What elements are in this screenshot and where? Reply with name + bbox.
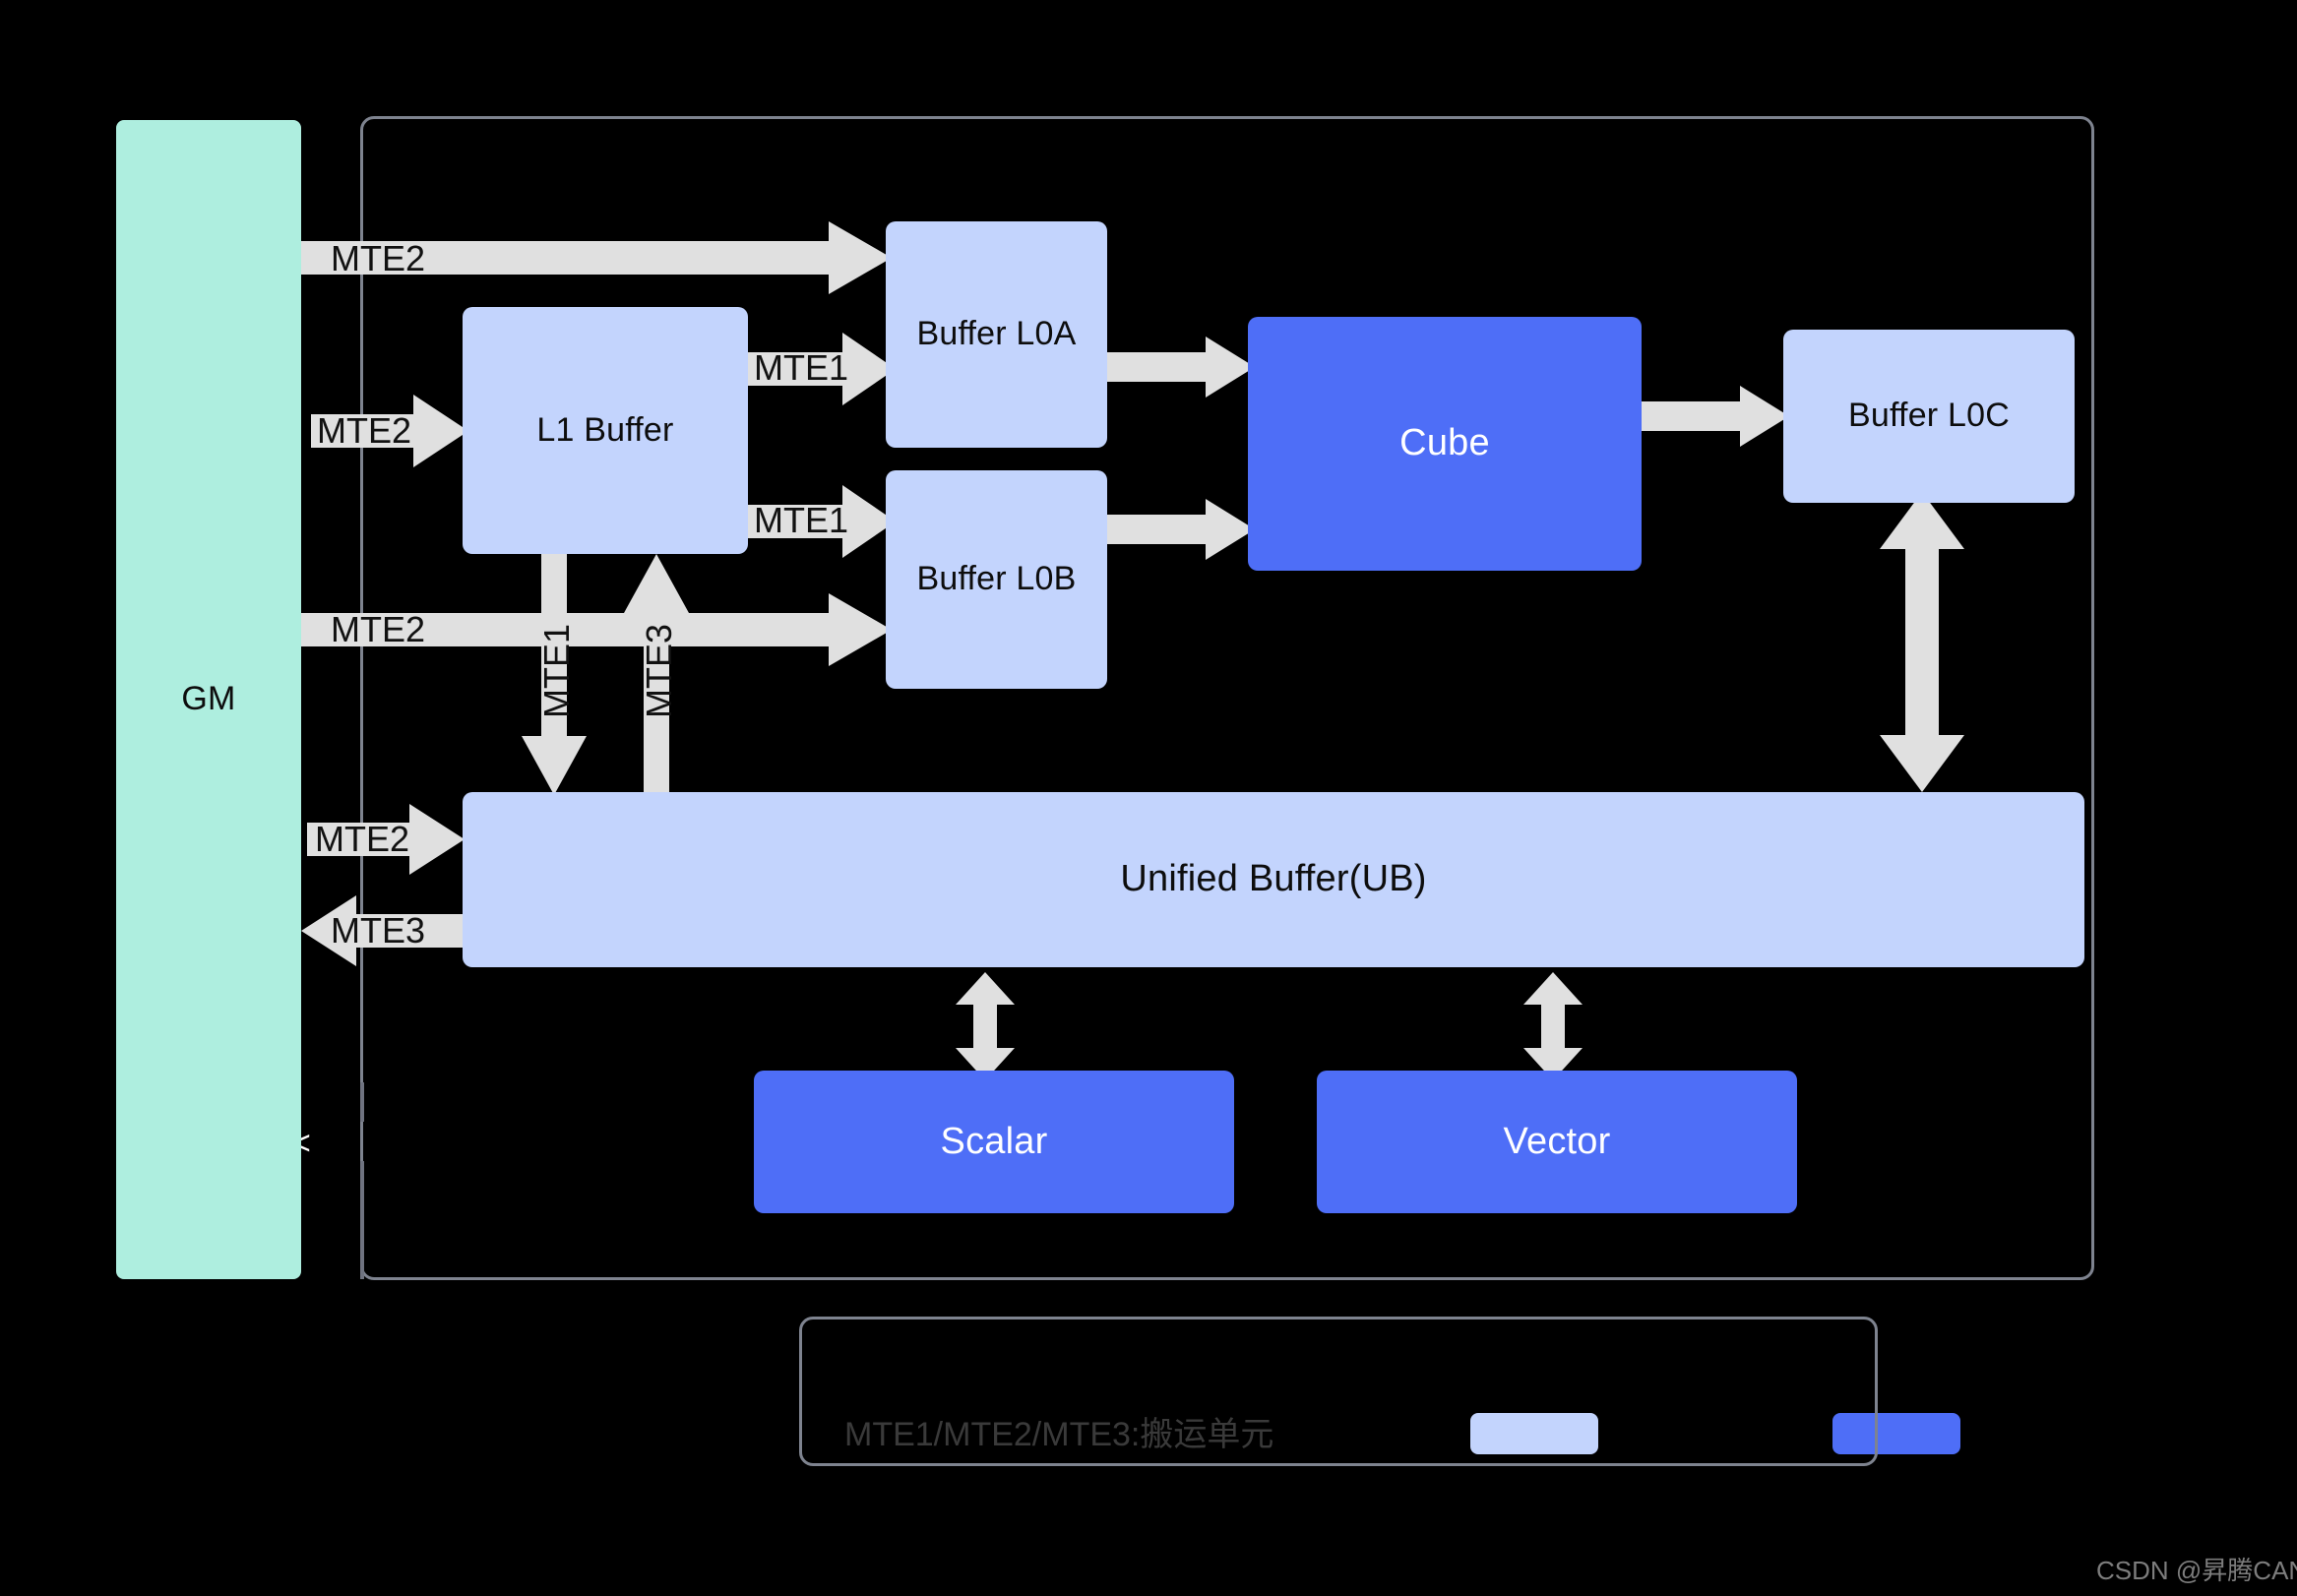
block-scalar[interactable]: Scalar (754, 1071, 1234, 1213)
arrow-gm-to-l0a (301, 218, 892, 297)
block-unified-buffer-label: Unified Buffer(UB) (1120, 858, 1427, 900)
block-cube[interactable]: Cube (1248, 317, 1642, 571)
block-gm[interactable]: GM (116, 120, 301, 1279)
block-buffer-l0b-label: Buffer L0B (916, 560, 1077, 598)
diagram-canvas: < GM MTE2 MTE2 MTE2 MTE1 MTE1 (0, 0, 2297, 1596)
block-buffer-l0b[interactable]: Buffer L0B (886, 470, 1107, 689)
block-buffer-l0c-label: Buffer L0C (1848, 397, 2010, 435)
arrow-ub-vector-bidirectional (1521, 972, 1585, 1080)
block-unified-buffer[interactable]: Unified Buffer(UB) (463, 792, 2084, 967)
arrow-gm-to-ub (307, 802, 465, 877)
watermark: CSDN @昇腾CANN (2096, 1556, 2297, 1585)
arrow-l0c-ub-bidirectional (1878, 492, 1966, 792)
arrow-l0b-to-cube (1107, 497, 1255, 562)
block-scalar-label: Scalar (940, 1120, 1048, 1162)
arrow-l1-to-ub (520, 554, 589, 795)
block-l1-buffer-label: L1 Buffer (536, 410, 674, 449)
arrow-ub-scalar-bidirectional (953, 972, 1018, 1080)
container-tick-lower (360, 1161, 364, 1279)
arrow-ub-to-gm (301, 893, 465, 968)
arrow-l1-to-l0b (748, 482, 896, 561)
arrow-ub-to-l1 (622, 554, 691, 795)
block-vector-label: Vector (1503, 1120, 1611, 1162)
arrow-l0a-to-cube (1107, 335, 1255, 399)
arrow-gm-to-l1 (311, 392, 468, 470)
container-tick-upper (360, 1082, 364, 1122)
block-gm-label: GM (181, 680, 236, 718)
block-cube-label: Cube (1399, 422, 1490, 464)
block-vector[interactable]: Vector (1317, 1071, 1797, 1213)
block-buffer-l0c[interactable]: Buffer L0C (1783, 330, 2075, 503)
legend-container (799, 1317, 1878, 1466)
arrow-cube-to-l0c (1642, 384, 1789, 449)
block-l1-buffer[interactable]: L1 Buffer (463, 307, 748, 554)
arrow-gm-to-l0b (301, 590, 892, 669)
block-buffer-l0a[interactable]: Buffer L0A (886, 221, 1107, 448)
arrow-l1-to-l0a (748, 330, 896, 408)
block-buffer-l0a-label: Buffer L0A (916, 315, 1077, 353)
